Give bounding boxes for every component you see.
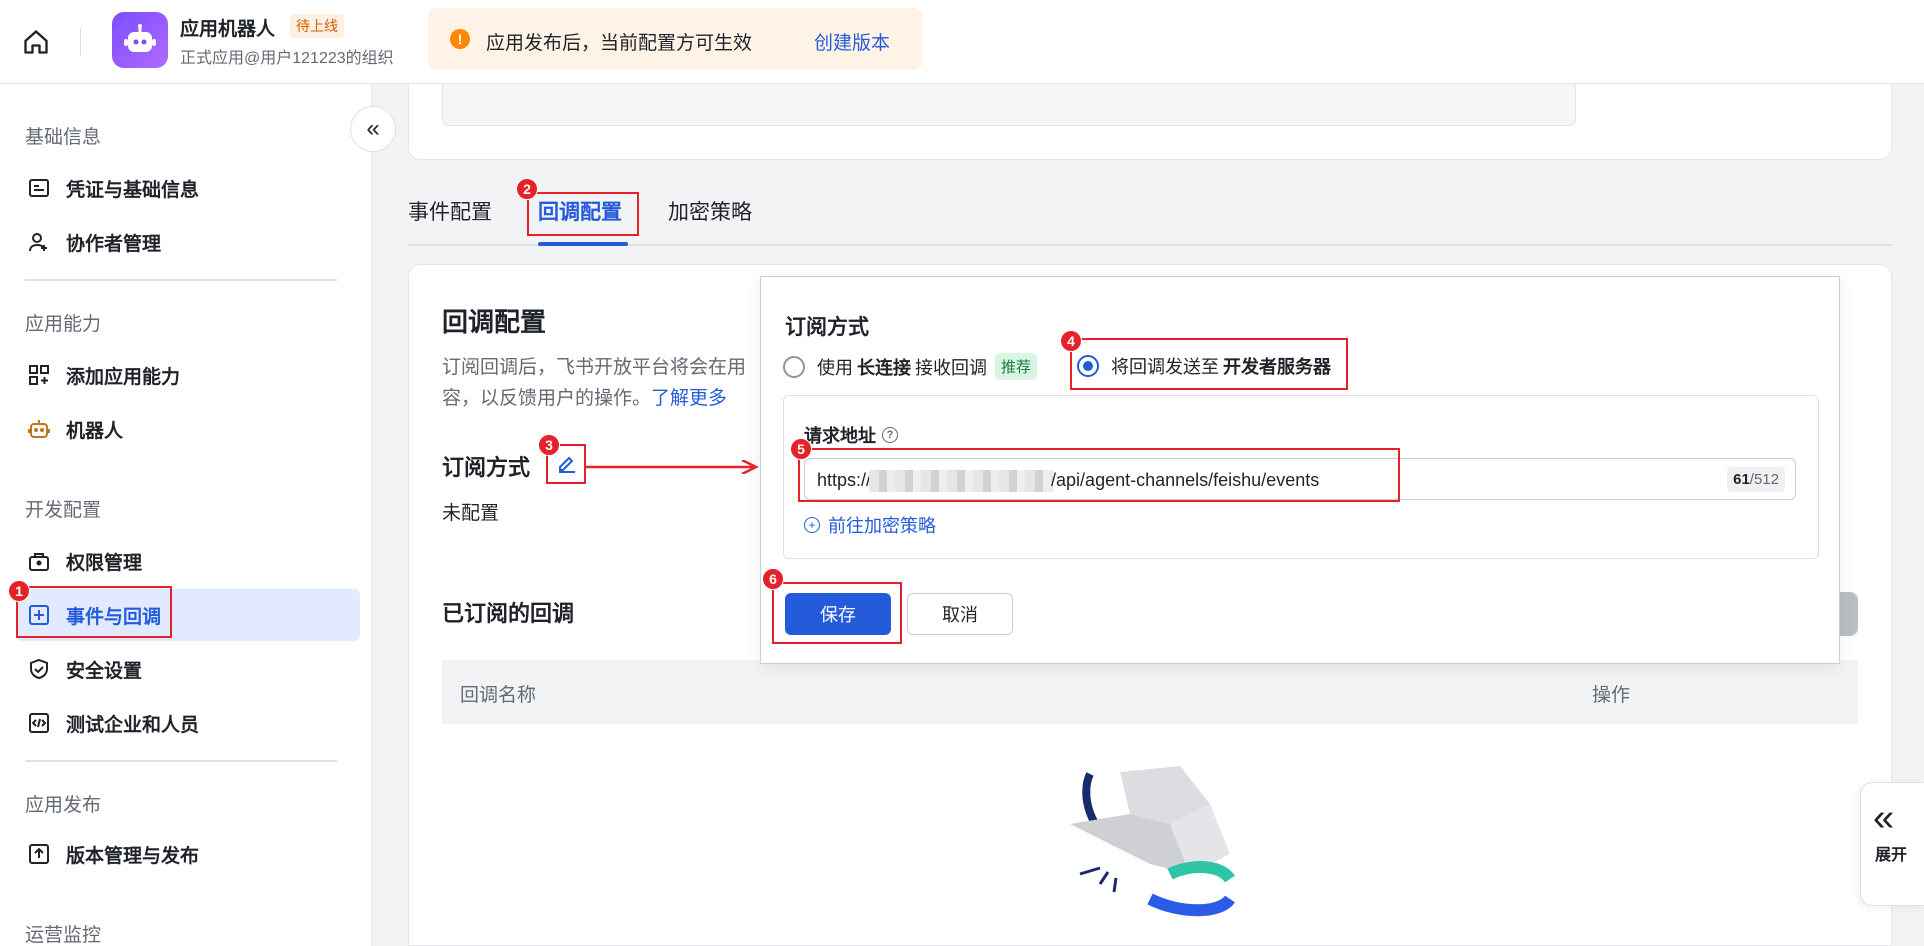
column-operation: 操作 — [1592, 685, 1631, 706]
sidebar-item-label: 测试企业和人员 — [66, 714, 200, 736]
help-icon[interactable]: ? — [882, 427, 898, 443]
sidebar-section-title: 运营监控 — [25, 925, 102, 946]
sidebar-section-title: 开发配置 — [25, 500, 102, 521]
learn-more-link[interactable]: 了解更多 — [651, 388, 727, 409]
subscribed-callbacks-title: 已订阅的回调 — [442, 601, 575, 626]
active-tab-indicator — [538, 242, 628, 246]
page-description: 订阅回调后，飞书开放平台将会在用 容，以反馈用户的操作。了解更多 — [442, 352, 760, 414]
app-name: 应用机器人 — [180, 19, 276, 40]
highlight-box — [798, 448, 1400, 502]
sidebar-divider — [25, 279, 337, 281]
chevron-double-left-icon: « — [1873, 797, 1895, 839]
expand-label: 展开 — [1875, 847, 1908, 864]
sidebar-section-title: 应用能力 — [25, 314, 102, 335]
upload-box-icon — [26, 841, 52, 867]
radio-long-connection[interactable] — [783, 355, 805, 378]
subscribe-status: 未配置 — [442, 503, 500, 524]
app-avatar — [112, 12, 168, 68]
page-title: 回调配置 — [442, 307, 547, 337]
sidebar-item-versions[interactable]: 版本管理与发布 — [16, 828, 360, 880]
sidebar-item-permissions[interactable]: 权限管理 — [16, 535, 360, 587]
sidebar-item-label: 安全设置 — [66, 660, 143, 682]
sidebar-item-label: 机器人 — [66, 420, 124, 442]
highlight-box — [772, 582, 902, 644]
add-callback-button[interactable] — [1840, 592, 1858, 636]
popover-title: 订阅方式 — [785, 316, 869, 339]
sidebar-item-label: 权限管理 — [66, 552, 143, 574]
sidebar-section-title: 应用发布 — [25, 795, 102, 816]
enc-link-text: 前往加密策略 — [828, 516, 936, 536]
plus-circle-icon: + — [804, 517, 820, 533]
tab-event-config[interactable]: 事件配置 — [408, 196, 492, 226]
step-marker: 1 — [8, 580, 30, 602]
lock-box-icon — [26, 548, 52, 574]
app-org: 正式应用@用户121223的组织 — [180, 50, 394, 67]
desc-line-1: 订阅回调后，飞书开放平台将会在用 — [442, 357, 747, 378]
sidebar-section-title: 基础信息 — [25, 127, 102, 148]
code-box-icon — [26, 710, 52, 736]
option-text: 使用 — [817, 357, 853, 378]
option-bold: 长连接 — [857, 357, 911, 378]
top-bar: 应用机器人 待上线 正式应用@用户121223的组织 ! 应用发布后，当前配置方… — [0, 0, 1924, 84]
option-long-connection[interactable]: 使用 长连接 接收回调 推荐 — [783, 353, 1038, 380]
sidebar-item-label: 添加应用能力 — [66, 366, 181, 388]
publish-notice: ! 应用发布后，当前配置方可生效 创建版本 — [428, 8, 922, 70]
highlight-box — [16, 586, 172, 638]
step-marker: 6 — [762, 568, 784, 590]
collapse-sidebar-button[interactable]: « — [350, 106, 396, 152]
char-counter: 61/512 — [1727, 467, 1785, 492]
highlight-box — [1070, 338, 1348, 390]
sidebar-item-label: 协作者管理 — [66, 233, 162, 255]
sidebar-item-credentials[interactable]: 凭证与基础信息 — [16, 162, 360, 214]
sidebar-item-collaborators[interactable]: 协作者管理 — [16, 216, 360, 268]
arrow-right-icon — [584, 460, 759, 474]
tab-encryption[interactable]: 加密策略 — [668, 196, 752, 226]
recommend-tag: 推荐 — [995, 353, 1038, 380]
subscribe-title: 订阅方式 — [442, 455, 531, 480]
robot-icon — [26, 416, 52, 442]
goto-encryption-link[interactable]: + 前往加密策略 — [804, 512, 936, 538]
warning-icon: ! — [450, 29, 470, 49]
sidebar-item-add-capability[interactable]: 添加应用能力 — [16, 349, 360, 401]
step-marker: 2 — [516, 178, 538, 200]
sidebar-item-label: 版本管理与发布 — [66, 845, 200, 867]
notice-text: 应用发布后，当前配置方可生效 — [486, 33, 753, 54]
table-header: 回调名称 操作 — [442, 660, 1858, 724]
url-label-text: 请求地址 — [804, 426, 876, 446]
step-marker: 3 — [538, 434, 560, 456]
option-text: 接收回调 — [915, 357, 987, 378]
column-callback-name: 回调名称 — [460, 685, 537, 706]
expand-panel-button[interactable]: « 展开 — [1860, 782, 1924, 906]
step-marker: 4 — [1060, 330, 1082, 352]
user-add-icon — [26, 229, 52, 255]
highlight-box — [527, 192, 639, 236]
sidebar-item-label: 凭证与基础信息 — [66, 179, 200, 201]
sidebar-item-test-tenants[interactable]: 测试企业和人员 — [16, 697, 360, 749]
credential-icon — [26, 175, 52, 201]
divider — [80, 28, 81, 56]
cancel-button[interactable]: 取消 — [907, 593, 1013, 635]
sidebar-item-robot[interactable]: 机器人 — [16, 403, 360, 455]
home-icon[interactable] — [18, 24, 54, 60]
request-url-label: 请求地址 ? — [804, 422, 898, 448]
status-badge: 待上线 — [290, 14, 344, 38]
step-marker: 5 — [790, 438, 812, 460]
apps-add-icon — [26, 362, 52, 388]
empty-box-icon — [1070, 764, 1240, 924]
info-card-inner — [442, 84, 1576, 126]
sidebar-divider — [25, 760, 337, 762]
shield-icon — [26, 656, 52, 682]
sidebar-item-security[interactable]: 安全设置 — [16, 643, 360, 695]
create-version-link[interactable]: 创建版本 — [814, 28, 890, 55]
robot-logo-icon — [124, 24, 156, 52]
desc-line-2: 容，以反馈用户的操作。 — [442, 388, 652, 409]
